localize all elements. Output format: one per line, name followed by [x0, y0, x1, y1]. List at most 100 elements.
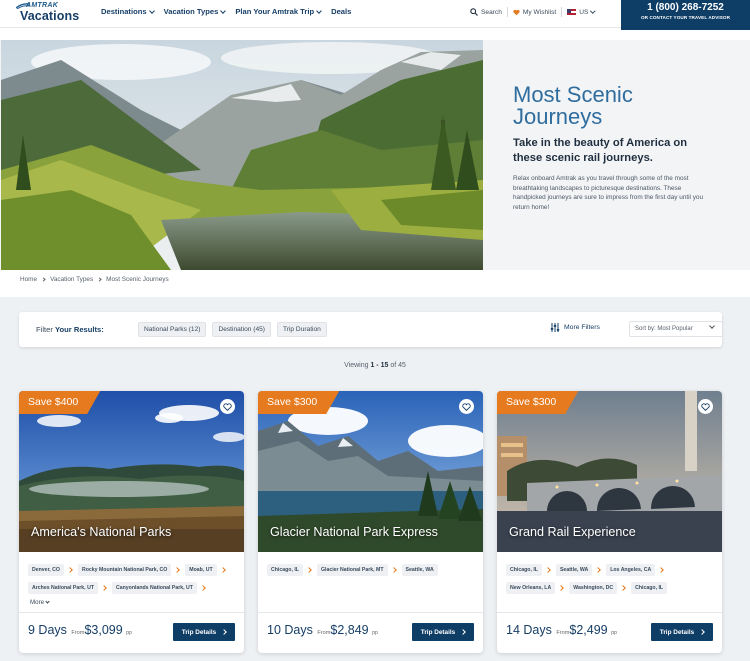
trip-duration: 9 Days: [28, 623, 67, 637]
wishlist-button[interactable]: [698, 399, 713, 414]
sort-select[interactable]: Sort by: Most Popular: [629, 321, 723, 337]
results-count-range: 1 - 15: [370, 362, 389, 369]
hero-title: Most Scenic Journeys: [513, 82, 633, 129]
save-badge: Save $300: [258, 391, 340, 414]
locale-selector[interactable]: US: [562, 7, 600, 17]
trip-stops: Chicago, IL Glacier National Park, MT Se…: [267, 564, 477, 576]
trip-card-footer: 9 Days From$3,099 pp Trip Details: [19, 612, 244, 653]
more-stops-label: More: [30, 599, 45, 606]
wishlist-button[interactable]: [220, 399, 235, 414]
filter-label-bold: Your Results:: [55, 325, 104, 334]
trip-details-button[interactable]: Trip Details: [412, 623, 474, 641]
price-from-label: From: [71, 630, 85, 636]
price-per-person-label: pp: [372, 630, 378, 636]
trip-card-footer: 10 Days From$2,849 pp Trip Details: [258, 612, 483, 653]
trip-duration-price: 14 Days From$2,499 pp: [506, 623, 617, 637]
trip-card-image: Save $300 Glacier National Park Express: [258, 391, 483, 552]
trip-stop-tag: Washington, DC: [569, 582, 618, 594]
results-count: Viewing 1 - 15 of 45: [0, 362, 750, 369]
hero-description: Relax onboard Amtrak as you travel throu…: [513, 175, 704, 211]
heart-icon: [513, 9, 520, 15]
heart-outline-icon: [223, 402, 232, 411]
trip-stop-tag: Seattle, WA: [555, 564, 593, 576]
trip-price: $2,499: [569, 623, 608, 637]
trip-details-label: Trip Details: [420, 628, 456, 636]
nav-deals-label: Deals: [331, 7, 352, 16]
amtrak-vacations-logo[interactable]: AMTRAK Vacations: [16, 2, 92, 24]
price-from-label: From: [317, 630, 331, 636]
trip-card[interactable]: Save $300 Glacier National Park Express …: [258, 391, 483, 653]
trip-card-footer: 14 Days From$2,499 pp Trip Details: [497, 612, 722, 653]
trip-stop-tag: New Orleans, LA: [506, 582, 556, 594]
chevron-down-icon: [220, 7, 227, 14]
chevron-right-icon: [221, 629, 228, 635]
chevron-right-icon: [699, 629, 706, 635]
heart-outline-icon: [701, 402, 710, 411]
nav-plan-trip[interactable]: Plan Your Amtrak Trip: [235, 7, 322, 16]
trip-card-image: Save $400 America's National Parks: [19, 391, 244, 552]
filter-chip-national-parks[interactable]: National Parks (12): [138, 322, 207, 337]
trip-details-button[interactable]: Trip Details: [173, 623, 235, 641]
trip-duration-price: 9 Days From$3,099 pp: [28, 623, 132, 637]
wishlist-link[interactable]: My Wishlist: [508, 7, 563, 17]
chevron-down-icon: [148, 7, 155, 14]
hero-section: Most Scenic Journeys Take in the beauty …: [0, 40, 750, 270]
nav-deals[interactable]: Deals: [331, 7, 351, 16]
chevron-right-icon: [200, 585, 206, 591]
search-link[interactable]: Search: [465, 7, 508, 17]
chevron-right-icon: [67, 567, 73, 573]
trip-stop-tag: Chicago, IL: [506, 564, 542, 576]
price-from-label: From: [556, 630, 570, 636]
filter-sliders-icon: [550, 323, 560, 332]
wishlist-button[interactable]: [459, 399, 474, 414]
chevron-right-icon: [101, 585, 107, 591]
site-header: AMTRAK Vacations Destinations Vacation T…: [0, 0, 750, 30]
chevron-down-icon: [590, 8, 596, 14]
phone-contact-box[interactable]: 1 (800) 268-7252 OR CONTACT YOUR TRAVEL …: [621, 0, 750, 30]
price-per-person-label: pp: [611, 630, 617, 636]
nav-vacation-types[interactable]: Vacation Types: [163, 7, 227, 16]
chevron-down-icon: [45, 599, 50, 604]
trip-card-title[interactable]: Glacier National Park Express: [270, 525, 438, 539]
phone-number: 1 (800) 268-7252: [647, 2, 724, 13]
trip-stop-tag: Chicago, IL: [267, 564, 303, 576]
trip-duration: 14 Days: [506, 623, 552, 637]
nav-vacation-types-label: Vacation Types: [163, 7, 219, 16]
filter-chip-trip-duration[interactable]: Trip Duration: [276, 322, 327, 337]
nav-destinations[interactable]: Destinations: [101, 7, 155, 16]
locale-label: US: [579, 8, 589, 16]
chevron-right-icon: [219, 567, 226, 573]
filter-label: Filter Your Results:: [36, 325, 104, 334]
chevron-right-icon: [460, 629, 467, 635]
hero-subtitle: Take in the beauty of America on these s…: [513, 137, 688, 164]
chevron-down-icon: [709, 323, 715, 329]
trip-stop-tag: Glacier National Park, MT: [316, 564, 388, 576]
trip-duration: 10 Days: [267, 623, 313, 637]
trip-card[interactable]: Save $300 Grand Rail Experience Chicago,…: [497, 391, 722, 653]
breadcrumb-vacation-types[interactable]: Vacation Types: [50, 276, 93, 283]
breadcrumb: Home Vacation Types Most Scenic Journeys: [20, 276, 169, 283]
nav-plan-trip-label: Plan Your Amtrak Trip: [235, 7, 315, 16]
heart-outline-icon: [462, 402, 471, 411]
search-icon: [470, 8, 478, 16]
price-per-person-label: pp: [126, 630, 132, 636]
chevron-right-icon: [658, 567, 665, 573]
more-filters-button[interactable]: More Filters: [550, 323, 600, 332]
chevron-right-icon: [620, 585, 626, 591]
filter-chip-destination[interactable]: Destination (45): [212, 322, 271, 337]
more-filters-label: More Filters: [564, 324, 600, 331]
trip-details-button[interactable]: Trip Details: [651, 623, 713, 641]
trip-card-title[interactable]: Grand Rail Experience: [509, 525, 636, 539]
breadcrumb-home[interactable]: Home: [20, 276, 37, 283]
trip-card[interactable]: Save $400 America's National Parks Denve…: [19, 391, 244, 653]
phone-subtext: OR CONTACT YOUR TRAVEL ADVISOR: [640, 15, 730, 20]
results-count-prefix: Viewing: [344, 362, 369, 369]
trip-stop-tag: Canyonlands National Park, UT: [111, 582, 197, 594]
chevron-down-icon: [316, 7, 322, 14]
filter-bar: Filter Your Results: National Parks (12)…: [19, 312, 723, 347]
chevron-right-icon: [41, 277, 46, 282]
trip-card-title[interactable]: America's National Parks: [31, 525, 171, 539]
more-stops-toggle[interactable]: More: [30, 599, 50, 606]
trip-stops: Chicago, IL Seattle, WA Los Angeles, CA …: [506, 564, 716, 594]
chevron-right-icon: [595, 567, 602, 573]
